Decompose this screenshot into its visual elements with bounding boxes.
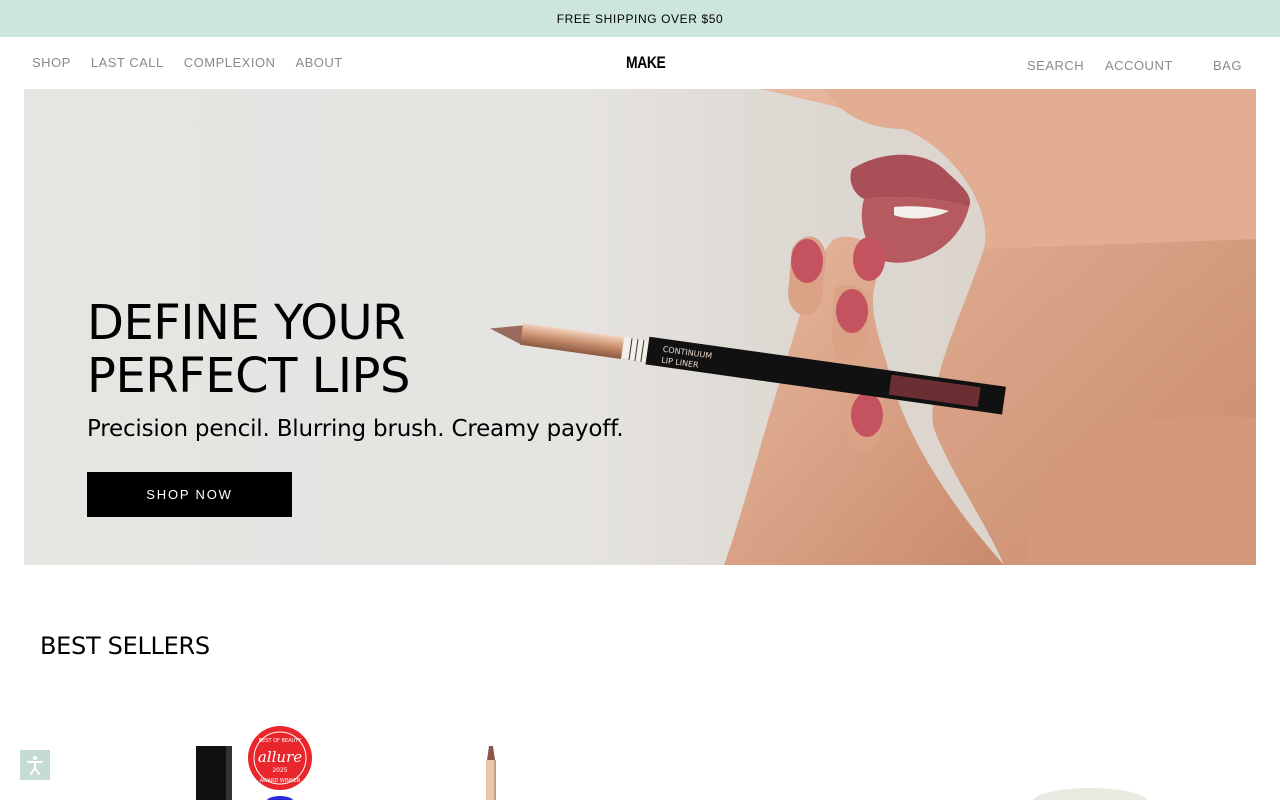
award-badge-icon: BEST OF BEAUTY allure 2025 AWARD WINNER [248,726,312,790]
site-header: SHOP LAST CALL COMPLEXION ABOUT MAKE SEA… [0,37,1280,89]
announcement-bar: FREE SHIPPING OVER $50 [0,0,1280,37]
search-link[interactable]: SEARCH [1027,58,1084,73]
announcement-text: FREE SHIPPING OVER $50 [556,11,724,26]
best-sellers-title: BEST SELLERS [40,632,210,660]
nav-link-complexion[interactable]: COMPLEXION [184,55,276,70]
shop-now-button[interactable]: SHOP NOW [87,472,292,517]
product-carousel: BEST OF BEAUTY allure 2025 AWARD WINNER [0,690,1280,800]
hero-subtitle: Precision pencil. Blurring brush. Creamy… [87,416,624,442]
hero-banner: CONTINUUM LIP LINER DEFINE YOUR PERFECT … [24,89,1256,565]
nav-link-last-call[interactable]: LAST CALL [91,55,164,70]
primary-nav: SHOP LAST CALL COMPLEXION ABOUT [32,55,343,70]
product-2-image [486,746,496,800]
accessibility-button[interactable] [20,750,50,780]
site-logo[interactable]: MAKE [626,49,666,77]
accessibility-icon [27,756,43,775]
nav-link-shop[interactable]: SHOP [32,55,71,70]
hero-title: DEFINE YOUR PERFECT LIPS [87,297,607,403]
account-link[interactable]: ACCOUNT [1105,58,1173,73]
product-1-image [196,746,232,800]
badge-brand: allure [258,748,302,766]
bag-link[interactable]: BAG [1213,58,1242,73]
badge-line-2: AWARD WINNER [260,778,301,784]
hero-title-line-2: PERFECT LIPS [87,348,410,404]
badge-line-1: BEST OF BEAUTY [259,738,303,744]
badge-year: 2025 [272,767,287,774]
product-images: BEST OF BEAUTY allure 2025 AWARD WINNER [196,726,1148,800]
logo-wordmark: MAKE [626,53,666,72]
hero-title-line-1: DEFINE YOUR [87,295,406,351]
nav-link-about[interactable]: ABOUT [295,55,342,70]
